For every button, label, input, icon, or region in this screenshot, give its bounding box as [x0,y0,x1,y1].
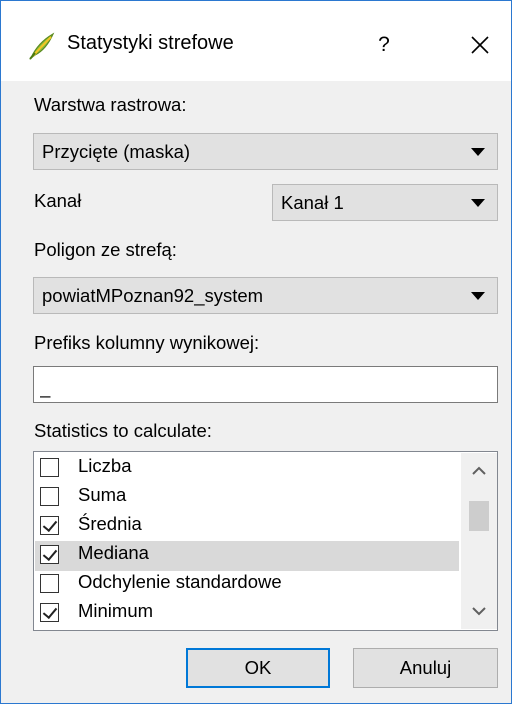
list-item-minimum[interactable]: Minimum [35,599,459,629]
ok-button[interactable]: OK [186,648,330,688]
scroll-thumb[interactable] [469,501,489,531]
list-item-srednia[interactable]: Średnia [35,512,459,542]
zone-polygon-combo[interactable]: powiatMPoznan92_system [33,277,498,314]
chevron-up-icon [472,466,486,475]
dialog-body: Warstwa rastrowa: Przycięte (maska) Kana… [1,81,511,703]
cancel-button[interactable]: Anuluj [353,648,498,688]
close-icon [471,36,489,54]
chevron-down-icon [471,291,485,300]
list-item-mediana[interactable]: Mediana [35,541,459,571]
raster-layer-value: Przycięte (maska) [42,141,191,162]
vertical-scrollbar[interactable] [461,453,497,629]
output-prefix-input[interactable] [33,366,498,403]
help-button[interactable]: ? [369,25,399,65]
scroll-up-button[interactable] [461,453,497,489]
list-item-label: Odchylenie standardowe [78,571,282,592]
band-combo[interactable]: Kanał 1 [272,184,498,221]
list-item-liczba[interactable]: Liczba [35,454,459,484]
checkbox[interactable] [40,516,59,535]
band-value: Kanał 1 [281,192,344,213]
checkmark-icon [42,603,58,620]
list-item-label: Mediana [78,542,149,563]
raster-layer-combo[interactable]: Przycięte (maska) [33,133,498,170]
checkbox[interactable] [40,574,59,593]
checkbox[interactable] [40,545,59,564]
zone-polygon-label: Poligon ze strefą: [34,239,177,260]
checkmark-icon [42,545,58,562]
raster-layer-label: Warstwa rastrowa: [34,94,187,115]
checkbox[interactable] [40,603,59,622]
checkbox[interactable] [40,487,59,506]
list-item-odchylenie-standardowe[interactable]: Odchylenie standardowe [35,570,459,600]
statistics-label: Statistics to calculate: [34,420,212,441]
statistics-list[interactable]: Liczba Suma Średnia Mediana Odchylenie s… [33,451,498,631]
list-item-label: Minimum [78,600,154,621]
chevron-down-icon [472,607,486,616]
band-label: Kanał [34,190,82,211]
output-prefix-label: Prefiks kolumny wynikowej: [34,332,260,353]
zonal-statistics-dialog: Statystyki strefowe ? Warstwa rastrowa: … [0,0,512,704]
dialog-title: Statystyki strefowe [67,32,234,54]
list-item-label: Średnia [78,513,142,534]
chevron-down-icon [471,147,485,156]
zone-polygon-value: powiatMPoznan92_system [42,285,264,306]
chevron-down-icon [471,198,485,207]
list-item-suma[interactable]: Suma [35,483,459,513]
scroll-down-button[interactable] [461,593,497,629]
checkmark-icon [42,516,58,533]
title-bar[interactable]: Statystyki strefowe ? [1,1,511,81]
list-item-label: Suma [78,484,127,505]
close-button[interactable] [461,25,499,65]
list-item-label: Liczba [78,455,132,476]
qgis-icon [29,32,55,60]
checkbox[interactable] [40,458,59,477]
